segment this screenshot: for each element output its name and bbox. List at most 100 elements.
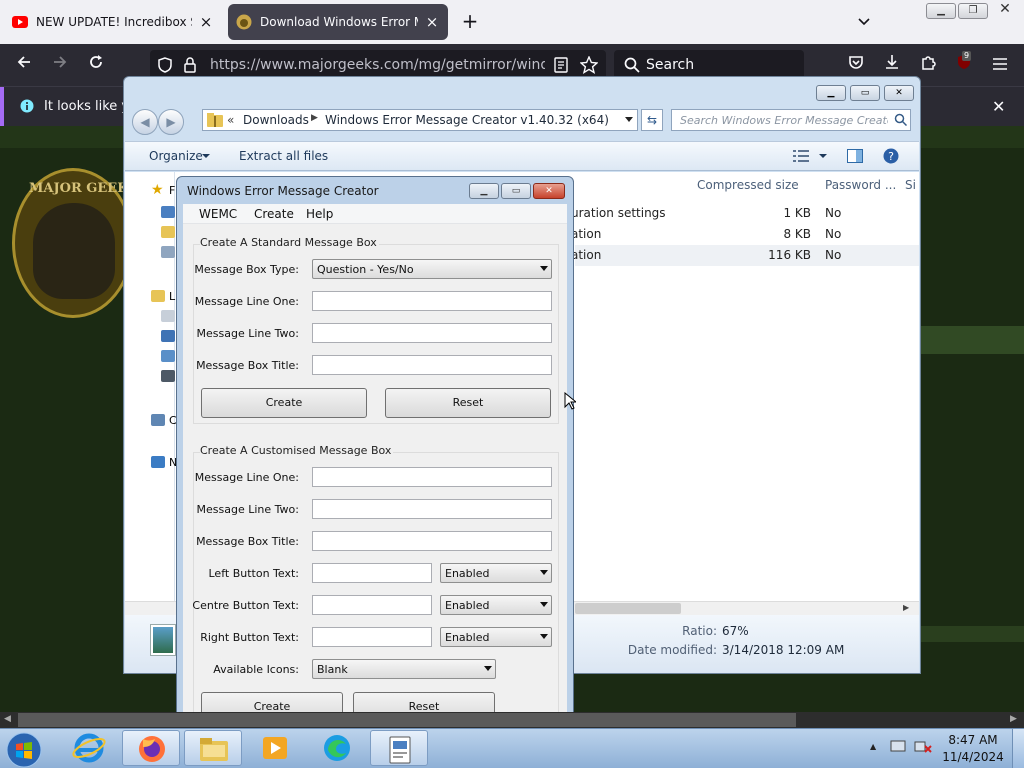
close-tab-icon[interactable]: × <box>424 14 440 30</box>
centre-button-text-input[interactable] <box>312 595 432 615</box>
taskbar-edge[interactable] <box>308 730 366 766</box>
standard-create-button[interactable]: Create <box>201 388 367 418</box>
new-tab-button[interactable]: + <box>458 10 482 34</box>
preview-pane-icon[interactable] <box>847 149 863 166</box>
taskbar-media-player[interactable] <box>246 730 304 766</box>
organize-dropdown-icon[interactable] <box>202 154 210 158</box>
libraries-label[interactable]: L <box>169 290 175 303</box>
page-horizontal-scrollbar[interactable]: ◀ ▶ <box>0 712 1024 728</box>
clock-time[interactable]: 8:47 AM <box>938 733 1008 747</box>
column-header-size[interactable]: Si <box>905 178 916 192</box>
explorer-maximize-button[interactable]: ▭ <box>850 85 880 101</box>
reader-view-icon[interactable] <box>554 57 568 76</box>
taskbar-file-explorer[interactable] <box>184 730 242 766</box>
menu-create[interactable]: Create <box>254 207 294 221</box>
available-icons-dropdown[interactable]: Blank <box>312 659 496 679</box>
left-button-text-input[interactable] <box>312 563 432 583</box>
address-dropdown-icon[interactable] <box>625 117 633 122</box>
browser-minimize-button[interactable]: ▁ <box>926 3 956 19</box>
videos-icon[interactable] <box>161 370 175 382</box>
downloads-folder-icon[interactable] <box>161 226 175 238</box>
reload-button[interactable] <box>84 53 108 77</box>
scroll-left-icon[interactable]: ◀ <box>4 714 11 724</box>
explorer-forward-button[interactable]: ▶ <box>158 109 184 135</box>
extensions-puzzle-icon[interactable] <box>916 53 940 77</box>
close-tab-icon[interactable]: × <box>198 14 214 30</box>
favorites-label[interactable]: F <box>169 184 175 197</box>
explorer-refresh-button[interactable]: ⇆ <box>641 109 663 131</box>
standard-message-box-title-input[interactable] <box>312 355 552 375</box>
explorer-address-bar[interactable]: « Downloads ▶ Windows Error Message Crea… <box>202 109 638 131</box>
start-button[interactable] <box>6 732 46 768</box>
show-hidden-icons-icon[interactable]: ▲ <box>870 742 876 751</box>
standard-reset-button[interactable]: Reset <box>385 388 551 418</box>
right-button-state-dropdown[interactable]: Enabled <box>440 627 552 647</box>
documents-icon[interactable] <box>161 310 175 322</box>
hamburger-menu-icon[interactable] <box>988 53 1012 77</box>
pictures-icon[interactable] <box>161 350 175 362</box>
left-button-state-dropdown[interactable]: Enabled <box>440 563 552 583</box>
network-disconnected-icon[interactable] <box>914 738 932 757</box>
breadcrumb-current-folder[interactable]: Windows Error Message Creator v1.40.32 (… <box>325 113 609 127</box>
forward-button[interactable] <box>48 53 72 77</box>
lock-icon[interactable] <box>184 57 196 76</box>
custom-message-line-one-input[interactable] <box>312 467 552 487</box>
scroll-right-icon[interactable]: ▶ <box>1010 714 1017 724</box>
ublock-origin-icon[interactable]: 9 <box>952 51 976 77</box>
standard-message-line-two-input[interactable] <box>312 323 552 343</box>
libraries-icon[interactable] <box>151 290 165 302</box>
taskbar-firefox[interactable] <box>122 730 180 766</box>
menu-wemc[interactable]: WEMC <box>199 207 237 221</box>
close-notification-icon[interactable]: ✕ <box>992 97 1005 116</box>
browser-tab-youtube[interactable]: NEW UPDATE! Incredibox Sprunki × <box>4 4 222 40</box>
action-center-icon[interactable] <box>890 738 906 757</box>
clock-date[interactable]: 11/4/2024 <box>938 750 1008 764</box>
music-icon[interactable] <box>161 330 175 342</box>
extract-all-files-button[interactable]: Extract all files <box>239 149 328 163</box>
explorer-back-button[interactable]: ◀ <box>132 109 158 135</box>
right-button-text-input[interactable] <box>312 627 432 647</box>
breadcrumb-downloads[interactable]: Downloads <box>243 113 309 127</box>
column-header-compressed-size[interactable]: Compressed size <box>697 178 799 192</box>
pocket-icon[interactable] <box>844 53 868 77</box>
browser-restore-button[interactable]: ❐ <box>958 3 988 19</box>
centre-button-state-dropdown[interactable]: Enabled <box>440 595 552 615</box>
browser-close-button[interactable]: ✕ <box>990 2 1020 19</box>
downloads-icon[interactable] <box>880 53 904 77</box>
explorer-close-button[interactable]: ✕ <box>884 85 914 101</box>
view-dropdown-icon[interactable] <box>819 154 827 158</box>
explorer-minimize-button[interactable]: ▁ <box>816 85 846 101</box>
browser-tab-majorgeeks[interactable]: Download Windows Error Message × <box>228 4 448 40</box>
organize-menu[interactable]: Organize <box>149 149 203 163</box>
breadcrumb-overflow-icon[interactable]: « <box>227 113 234 127</box>
bookmark-star-icon[interactable] <box>579 55 599 77</box>
explorer-search-box[interactable]: Search Windows Error Message Creator... <box>671 109 911 131</box>
help-icon[interactable]: ? <box>883 148 899 167</box>
view-options-icon[interactable] <box>793 150 809 165</box>
message-box-type-dropdown[interactable]: Question - Yes/No <box>312 259 552 279</box>
taskbar-wemc[interactable] <box>370 730 428 766</box>
search-icon[interactable] <box>894 113 908 129</box>
wemc-minimize-button[interactable]: ▁ <box>469 183 499 199</box>
custom-message-line-two-input[interactable] <box>312 499 552 519</box>
wemc-maximize-button[interactable]: ▭ <box>501 183 531 199</box>
scrollbar-thumb[interactable] <box>18 713 796 727</box>
favorites-star-icon[interactable]: ★ <box>151 182 164 198</box>
network-icon[interactable] <box>151 456 165 468</box>
computer-icon[interactable] <box>151 414 165 426</box>
column-header-password[interactable]: Password ... <box>825 178 896 192</box>
scrollbar-thumb[interactable] <box>575 603 681 614</box>
standard-message-line-one-input[interactable] <box>312 291 552 311</box>
back-button[interactable] <box>12 53 36 77</box>
custom-message-box-title-input[interactable] <box>312 531 552 551</box>
desktop-icon[interactable] <box>161 206 175 218</box>
scroll-right-icon[interactable]: ▶ <box>903 603 909 612</box>
tracking-protection-shield-icon[interactable] <box>158 57 172 76</box>
recent-places-icon[interactable] <box>161 246 175 258</box>
majorgeeks-logo[interactable]: MAJOR GEEKS <box>12 168 138 318</box>
wemc-close-button[interactable]: ✕ <box>533 183 565 199</box>
menu-help[interactable]: Help <box>306 207 333 221</box>
list-all-tabs-button[interactable] <box>852 10 876 34</box>
show-desktop-button[interactable] <box>1012 729 1024 768</box>
taskbar-internet-explorer[interactable] <box>60 730 118 766</box>
